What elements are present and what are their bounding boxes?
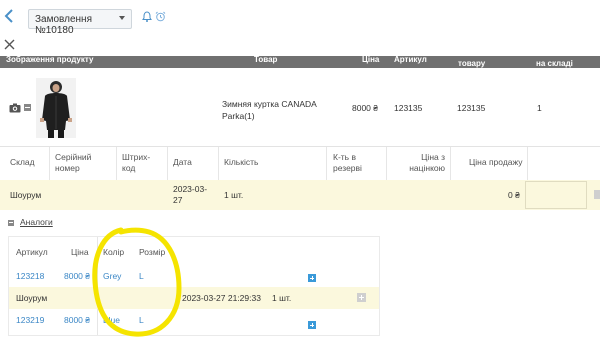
alarm-clock-icon[interactable] bbox=[155, 11, 166, 24]
table-row[interactable]: Шоурум 2023-03-27 1 шт. 0 ₴ bbox=[0, 180, 600, 210]
col-date: Дата bbox=[173, 157, 192, 167]
top-bar: Замовлення №10180 bbox=[0, 0, 600, 36]
col-qty: Кількість bbox=[224, 157, 259, 167]
analog-stock-datetime: 2023-03-27 21:29:33 bbox=[182, 293, 261, 303]
analog-col-article: Артикул bbox=[16, 247, 48, 257]
col-serial: Серійний номер bbox=[55, 152, 92, 173]
expand-icon[interactable] bbox=[594, 190, 600, 199]
row-sale-price: 0 ₴ bbox=[508, 190, 520, 200]
camera-icon[interactable] bbox=[9, 103, 21, 115]
table-header-strip: Зображення продукту Товар Ціна Артикул т… bbox=[0, 56, 600, 68]
stock-grid-header: Склад Серійний номер Штрих-код Дата Кіль… bbox=[0, 146, 600, 181]
analog-color: Grey bbox=[103, 271, 122, 281]
analog-col-price: Ціна bbox=[71, 247, 89, 257]
analogs-label: Аналоги bbox=[20, 217, 53, 227]
analog-article-link[interactable]: 123218 bbox=[16, 271, 44, 281]
back-chevron-icon[interactable] bbox=[4, 8, 14, 29]
row-qty: 1 шт. bbox=[224, 190, 244, 200]
add-icon[interactable] bbox=[308, 321, 316, 329]
col-barcode: Штрих-код bbox=[122, 152, 151, 173]
row-warehouse: Шоурум bbox=[10, 190, 42, 200]
order-select[interactable]: Замовлення №10180 bbox=[28, 9, 132, 36]
product-article: 123135 bbox=[394, 103, 423, 113]
header-product: Товар bbox=[254, 56, 278, 64]
col-reserved: К-ть в резерві bbox=[333, 152, 362, 173]
table-row[interactable]: Шоурум 2023-03-27 21:29:33 1 шт. bbox=[9, 287, 379, 309]
row-date: 2023-03-27 bbox=[173, 184, 208, 205]
chevron-down-icon bbox=[118, 14, 126, 24]
table-row[interactable]: 123219 8000 ₴ Blue L bbox=[9, 309, 379, 331]
collapse-icon[interactable] bbox=[24, 104, 31, 111]
close-icon[interactable] bbox=[4, 38, 15, 53]
product-name: Зимняя куртка CANADA Parka(1) bbox=[222, 99, 317, 121]
analog-size: L bbox=[139, 315, 144, 325]
order-label: Замовлення №10180 bbox=[35, 14, 92, 36]
analog-stock-warehouse: Шоурум bbox=[16, 293, 48, 303]
analogs-toggle[interactable]: Аналоги bbox=[8, 217, 53, 227]
col-markup-price: Ціна з націнкою bbox=[409, 152, 445, 173]
analog-stock-qty: 1 шт. bbox=[272, 293, 292, 303]
col-warehouse: Склад bbox=[10, 157, 35, 167]
sale-price-input[interactable] bbox=[525, 181, 587, 209]
analog-article-link[interactable]: 123219 bbox=[16, 315, 44, 325]
analog-size: L bbox=[139, 271, 144, 281]
header-goods: товару bbox=[458, 59, 486, 68]
collapse-icon bbox=[8, 219, 14, 226]
product-article-2: 123135 bbox=[457, 103, 486, 113]
product-image bbox=[36, 78, 76, 138]
table-row[interactable]: 123218 8000 ₴ Grey L bbox=[9, 265, 379, 287]
analogs-table: Артикул Ціна Колір Розмір 123218 8000 ₴ … bbox=[8, 236, 380, 336]
analog-price: 8000 ₴ bbox=[64, 315, 90, 325]
bell-icon[interactable] bbox=[142, 11, 152, 24]
add-icon[interactable] bbox=[308, 274, 316, 282]
analog-col-size: Розмір bbox=[139, 247, 166, 257]
expand-icon[interactable] bbox=[357, 293, 366, 302]
col-sale-price: Ціна продажу bbox=[469, 157, 523, 167]
analog-color: Blue bbox=[103, 315, 121, 325]
header-price: Ціна bbox=[362, 56, 380, 64]
analog-col-color: Колір bbox=[103, 247, 125, 257]
product-price: 8000 ₴ bbox=[352, 103, 378, 113]
header-image: Зображення продукту bbox=[6, 56, 94, 64]
analog-price: 8000 ₴ bbox=[64, 271, 90, 281]
header-article: Артикул bbox=[394, 56, 427, 64]
product-stock: 1 bbox=[537, 103, 542, 113]
header-stock: на складі bbox=[536, 59, 573, 68]
